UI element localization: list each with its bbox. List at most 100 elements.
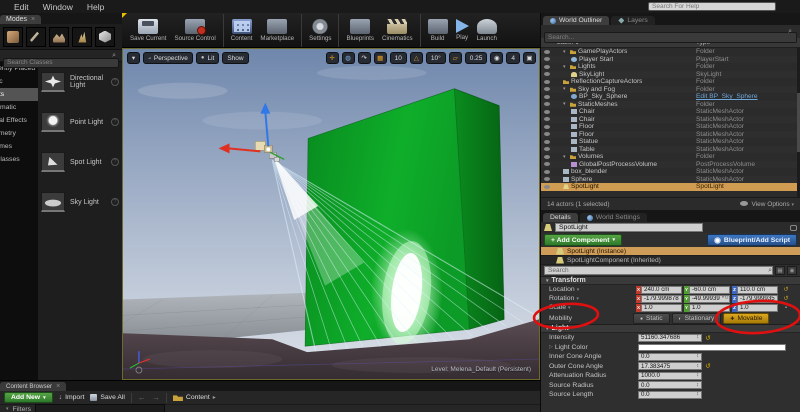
toolbar-button[interactable]: Build: [419, 13, 452, 47]
toolbar-button[interactable]: Marketplace: [256, 14, 298, 47]
location-y-field[interactable]: -60.0 cm: [689, 285, 730, 294]
outliner-row[interactable]: ▾ Statue StaticMeshActor: [541, 138, 800, 146]
tab-details[interactable]: Details: [543, 213, 578, 222]
outliner-row[interactable]: ▾ Lights Folder: [541, 63, 800, 71]
visibility-eye-icon[interactable]: [544, 184, 550, 189]
property-value-field[interactable]: 51160.347686 ↕: [638, 333, 702, 342]
light-color-swatch[interactable]: [638, 343, 786, 351]
outliner-row[interactable]: ▾ Floor StaticMeshActor: [541, 130, 800, 138]
expander-arrow-icon[interactable]: ▾: [563, 49, 568, 55]
placeable-item[interactable]: Sky Light ?: [38, 182, 122, 222]
menu-item[interactable]: Edit: [14, 2, 29, 12]
reset-arrow-icon[interactable]: ↺: [702, 362, 714, 370]
property-matrix-button[interactable]: ▦: [775, 266, 785, 275]
placeable-item[interactable]: Spot Light ?: [38, 142, 122, 182]
camera-speed-value[interactable]: 4: [506, 52, 520, 64]
actor-name-field[interactable]: [555, 223, 703, 232]
viewport-options-button[interactable]: ▾: [127, 52, 140, 64]
save-all-button[interactable]: Save All: [90, 394, 125, 401]
outliner-row[interactable]: ▾ ReflectionCaptureActors Folder: [541, 78, 800, 86]
surface-snap-icon[interactable]: ↷: [357, 52, 371, 64]
viewport-mode-button[interactable]: ⟓ Perspective: [143, 52, 193, 64]
tab-modes[interactable]: Modes ×: [0, 15, 42, 24]
mobility-option-button[interactable]: Movable: [723, 312, 770, 324]
scale-z-field[interactable]: 1.0: [737, 303, 778, 312]
mobility-option-button[interactable]: Static: [633, 312, 670, 324]
scale-snap-icon[interactable]: ▱: [448, 52, 462, 64]
outliner-row[interactable]: ▾ Floor StaticMeshActor: [541, 123, 800, 131]
outliner-row[interactable]: ▾ Chair StaticMeshActor: [541, 115, 800, 123]
transform-section-header[interactable]: ▾ Transform: [541, 276, 800, 285]
modes-category[interactable]: Cinematic: [0, 101, 38, 114]
translate-tool-icon[interactable]: ✛: [325, 52, 339, 64]
expander-arrow-icon[interactable]: ▾: [563, 86, 568, 92]
component-row[interactable]: SpotLight (Instance): [541, 247, 800, 256]
camera-speed-icon[interactable]: ◉: [490, 52, 504, 64]
property-value-field[interactable]: 17.383475 ↕: [638, 362, 702, 371]
outliner-search-input[interactable]: [544, 32, 797, 43]
toolbar-button[interactable]: Blueprints: [338, 13, 378, 47]
visibility-eye-icon[interactable]: [544, 132, 550, 137]
property-value-field[interactable]: 0.0 ↕: [638, 390, 702, 399]
outliner-row[interactable]: ▾ Volumes Folder: [541, 153, 800, 161]
tab-content-browser[interactable]: Content Browser ×: [0, 382, 67, 391]
close-icon[interactable]: ×: [56, 383, 60, 390]
blueprint-add-script-button[interactable]: Blueprint/Add Script: [706, 234, 797, 246]
visibility-eye-icon[interactable]: [544, 139, 550, 144]
menu-item[interactable]: Window: [43, 2, 73, 12]
rotation-y-field[interactable]: -49.99939 ° ↻: [689, 294, 730, 303]
menu-item[interactable]: Help: [87, 2, 104, 12]
visibility-eye-icon[interactable]: [544, 102, 550, 107]
location-x-field[interactable]: 240.0 cm: [641, 285, 682, 294]
breadcrumb[interactable]: Content ▸: [172, 394, 216, 401]
place-mode-foliage-icon[interactable]: [72, 26, 92, 47]
toolbar-button[interactable]: Launch: [473, 14, 501, 47]
modes-category[interactable]: Lights: [0, 88, 38, 101]
modes-category[interactable]: All Classes: [0, 153, 38, 166]
outliner-row[interactable]: ▾ Table StaticMeshActor: [541, 145, 800, 153]
visibility-eye-icon[interactable]: [544, 162, 550, 167]
spin-arrows-icon[interactable]: ↕: [696, 382, 699, 389]
visibility-eye-icon[interactable]: [544, 124, 550, 129]
place-mode-paint-icon[interactable]: [26, 26, 46, 47]
rotation-dial-icon[interactable]: ↻: [724, 296, 729, 302]
scale-snap-value[interactable]: 0.25: [464, 52, 488, 64]
modes-category[interactable]: Volumes: [0, 140, 38, 153]
spin-arrows-icon[interactable]: ↕: [696, 372, 699, 379]
details-search-input[interactable]: [544, 266, 773, 275]
visibility-eye-icon[interactable]: [544, 177, 550, 182]
visibility-eye-icon[interactable]: [544, 64, 550, 69]
tab-world-outliner[interactable]: World Outliner: [543, 16, 610, 25]
rotation-snap-value[interactable]: 10°: [425, 52, 446, 64]
spin-arrows-icon[interactable]: ↕: [696, 353, 699, 360]
display-filter-eye-button[interactable]: ◉: [787, 266, 797, 275]
spin-arrows-icon[interactable]: ↕: [696, 334, 699, 341]
reset-arrow-icon[interactable]: ↺: [780, 295, 792, 302]
show-flags-button[interactable]: Show: [222, 52, 249, 64]
mobility-option-button[interactable]: Stationary: [671, 312, 722, 324]
property-value-field[interactable]: 0.0 ↕: [638, 381, 702, 390]
grid-snap-icon[interactable]: ▦: [373, 52, 387, 64]
rotation-snap-icon[interactable]: △: [409, 52, 423, 64]
rotation-z-field[interactable]: -179.999935 °↻: [737, 294, 778, 303]
place-mode-landscape-icon[interactable]: [49, 26, 69, 47]
view-options-button[interactable]: View Options ▾: [740, 201, 794, 208]
outliner-row[interactable]: ▾ Chair StaticMeshActor: [541, 108, 800, 116]
toolbar-button[interactable]: Source Control: [170, 14, 219, 47]
modes-category[interactable]: Visual Effects: [0, 114, 38, 127]
light-section-header[interactable]: ▾ Light: [541, 324, 800, 333]
outliner-row[interactable]: ▾ BP_Sky_Sphere Edit BP_Sky_Sphere: [541, 93, 800, 101]
location-z-field[interactable]: 110.0 cm: [737, 285, 778, 294]
chevron-down-icon[interactable]: ▾: [576, 296, 579, 302]
visibility-eye-icon[interactable]: [544, 94, 550, 99]
expander-arrow-icon[interactable]: ▾: [563, 64, 568, 70]
grid-snap-value[interactable]: 10: [389, 52, 407, 64]
outliner-row[interactable]: ▾ GlobalPostProcessVolume PostProcessVol…: [541, 160, 800, 168]
toolbar-button[interactable]: Play: [452, 14, 473, 47]
spin-arrows-icon[interactable]: ↕: [696, 363, 699, 370]
property-value-field[interactable]: 1000.0 ↕: [638, 371, 702, 380]
modes-category[interactable]: Geometry: [0, 127, 38, 140]
component-row[interactable]: SpotLightComponent (Inherited): [541, 256, 800, 265]
asset-search-input[interactable]: [35, 404, 166, 412]
place-mode-basic-icon[interactable]: [3, 26, 23, 47]
